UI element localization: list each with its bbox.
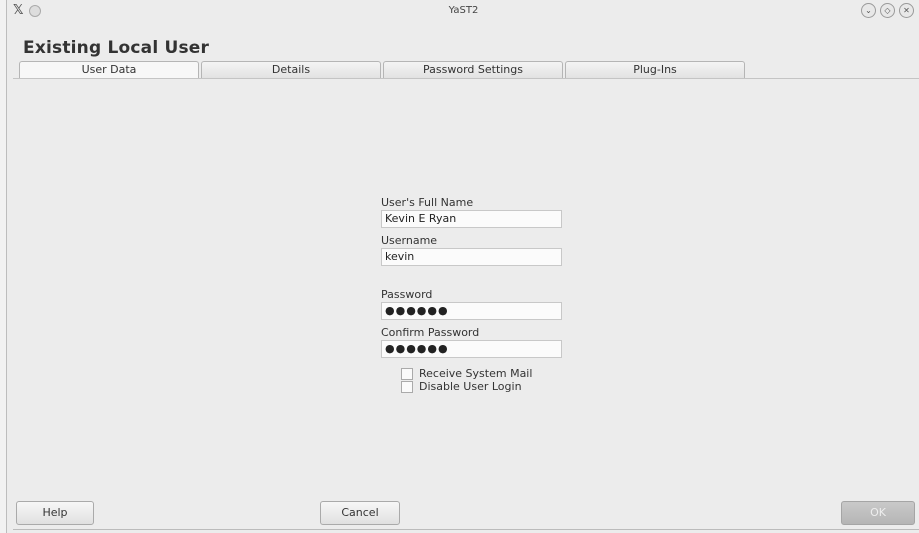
cancel-button[interactable]: Cancel	[320, 501, 400, 525]
username-label: Username	[381, 234, 438, 247]
receive-system-mail-checkbox[interactable]	[401, 367, 413, 380]
receive-system-mail-label: Receive System Mail	[419, 367, 533, 380]
page-title: Existing Local User	[23, 38, 210, 58]
username-field[interactable]: kevin	[381, 248, 562, 266]
close-icon[interactable]: ✕	[899, 3, 914, 18]
window-controls: ⌄ ◇ ✕	[861, 3, 914, 18]
ok-button[interactable]: OK	[841, 501, 915, 525]
maximize-icon[interactable]: ◇	[880, 3, 895, 18]
title-bar: 𝕏 YaST2 ⌄ ◇ ✕	[7, 0, 919, 22]
minimize-icon[interactable]: ⌄	[861, 3, 876, 18]
tab-plug-ins[interactable]: Plug-Ins	[565, 61, 745, 78]
help-button[interactable]: Help	[16, 501, 94, 525]
full-name-field[interactable]: Kevin E Ryan	[381, 210, 562, 228]
confirm-password-label: Confirm Password	[381, 326, 480, 339]
disable-user-login-checkbox[interactable]	[401, 380, 413, 393]
tab-bar: User Data Details Password Settings Plug…	[19, 61, 747, 78]
window-bottom-border	[13, 529, 919, 530]
yast-window: 𝕏 YaST2 ⌄ ◇ ✕ Existing Local User User D…	[6, 0, 919, 533]
window-title: YaST2	[448, 5, 479, 16]
disable-user-login-option[interactable]: Disable User Login	[401, 380, 571, 393]
tab-details[interactable]: Details	[201, 61, 381, 78]
receive-system-mail-option[interactable]: Receive System Mail	[401, 367, 571, 380]
password-label: Password	[381, 288, 433, 301]
confirm-password-field[interactable]: ●●●●●●	[381, 340, 562, 358]
tab-password-settings[interactable]: Password Settings	[383, 61, 563, 78]
full-name-label: User's Full Name	[381, 196, 474, 209]
user-data-form: User's Full Name Kevin E Ryan Username k…	[381, 196, 571, 393]
disable-user-login-label: Disable User Login	[419, 380, 522, 393]
password-field[interactable]: ●●●●●●	[381, 302, 562, 320]
tab-user-data[interactable]: User Data	[19, 61, 199, 78]
